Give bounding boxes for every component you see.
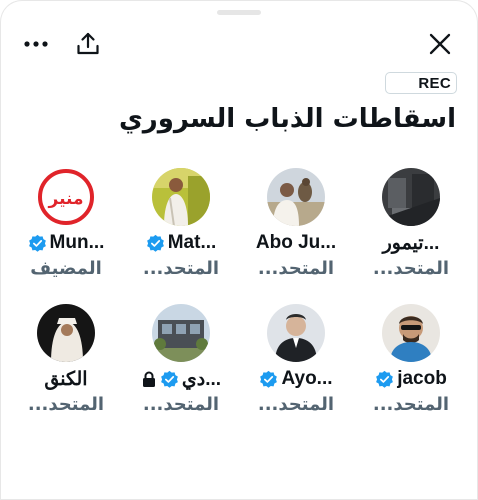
participant-card[interactable]: دي... المتحد... [123, 302, 239, 422]
share-button[interactable] [72, 28, 104, 60]
avatar [382, 304, 440, 362]
avatar [152, 168, 210, 226]
share-icon [77, 32, 99, 55]
participant-role: المتحد... [257, 394, 335, 415]
participant-name: Mun... [49, 232, 105, 253]
person-photo-avatar [152, 168, 210, 226]
participant-card[interactable]: منير Mun... المضيف [8, 166, 124, 286]
recording-label: REC [418, 74, 451, 92]
participant-name: تيمور... [382, 232, 440, 254]
participant-card[interactable]: Abo Ju... المتحد... [238, 166, 354, 286]
participant-role: المضيف [30, 258, 102, 279]
participant-card[interactable]: Ayo... المتحد... [238, 302, 354, 422]
participant-name: Mat... [167, 232, 217, 253]
host-logo-avatar: منير [37, 168, 95, 226]
participant-name-row: تيمور... [353, 230, 469, 256]
participant-name-row: jacob [353, 366, 469, 392]
avatar [382, 168, 440, 226]
participant-role: المتحد... [372, 394, 450, 415]
person-suit-avatar [267, 304, 325, 362]
participant-role: المتحد... [27, 394, 105, 415]
participant-card[interactable]: الكنق المتحد... [8, 302, 124, 422]
verified-badge-icon [376, 370, 394, 388]
avatar-logo-text: منير [48, 189, 84, 209]
participant-role: المتحد... [257, 258, 335, 279]
participant-name: دي... [181, 368, 222, 390]
avatar [267, 168, 325, 226]
verified-badge-icon [260, 370, 278, 388]
person-ghutra-avatar [37, 304, 95, 362]
more-options-button[interactable] [20, 28, 52, 60]
participant-name-row: Ayo... [238, 366, 354, 392]
person-with-falcon-avatar [267, 168, 325, 226]
participant-name-row: Abo Ju... [238, 230, 354, 256]
space-title: اسقاطات الذباب السروري [118, 104, 456, 134]
participant-name: Abo Ju... [255, 232, 337, 253]
dark-scene-avatar [382, 168, 440, 226]
participant-role: المتحد... [142, 258, 220, 279]
participant-role: المتحد... [372, 258, 450, 279]
verified-badge-icon [28, 234, 46, 252]
participant-name-row: Mat... [123, 230, 239, 256]
participant-card[interactable]: Mat... المتحد... [123, 166, 239, 286]
participant-card[interactable]: تيمور... المتحد... [353, 166, 469, 286]
avatar [152, 304, 210, 362]
sheet-grabber[interactable] [217, 10, 261, 15]
participant-role: المتحد... [142, 394, 220, 415]
more-horizontal-icon [24, 41, 48, 47]
participant-card[interactable]: jacob المتحد... [353, 302, 469, 422]
avatar [37, 304, 95, 362]
person-sunglasses-avatar [382, 304, 440, 362]
participant-name-row: Mun... [8, 230, 124, 256]
lock-icon [142, 371, 155, 387]
avatar [267, 304, 325, 362]
participant-name-row: الكنق [8, 366, 124, 392]
participant-name: الكنق [44, 368, 88, 390]
building-avatar [152, 304, 210, 362]
participant-name: Ayo... [281, 368, 333, 389]
close-icon [429, 33, 451, 55]
verified-badge-icon [161, 370, 178, 388]
participant-name-row: دي... [123, 366, 239, 392]
participant-name: jacob [397, 368, 447, 389]
space-sheet: REC اسقاطات الذباب السروري منير Mun... ا… [0, 0, 478, 500]
avatar: منير [37, 168, 95, 226]
recording-badge: REC [385, 72, 457, 94]
close-button[interactable] [424, 28, 456, 60]
verified-badge-icon [146, 234, 164, 252]
